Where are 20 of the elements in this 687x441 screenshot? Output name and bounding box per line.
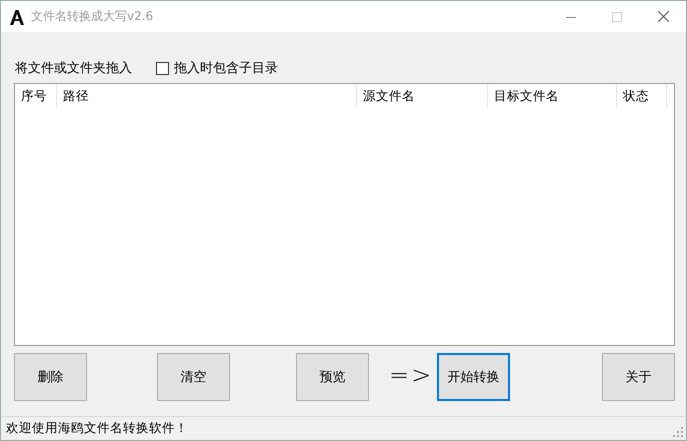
maximize-icon: [612, 12, 622, 22]
action-button[interactable]: 预览: [296, 353, 369, 401]
status-text: 欢迎使用海鸥文件名转换软件！: [6, 420, 188, 436]
checkbox-label[interactable]: 拖入时包含子目录: [174, 59, 278, 77]
column-header[interactable]: 状态: [617, 84, 667, 108]
checkbox[interactable]: [156, 62, 169, 74]
resize-grip-icon: [673, 427, 683, 437]
close-icon: [658, 11, 668, 22]
drop-label: 将文件或文件夹拖入: [15, 60, 132, 77]
action-button[interactable]: 删除: [14, 353, 87, 401]
action-button[interactable]: 开始转换: [437, 353, 510, 401]
column-header[interactable]: 源文件名: [357, 84, 488, 108]
column-header[interactable]: 目标文件名: [488, 84, 617, 108]
app-logo-icon: [9, 8, 25, 24]
arrow-label: =>: [389, 361, 434, 389]
column-header[interactable]: 路径: [57, 84, 357, 108]
column-header[interactable]: 序号: [15, 84, 57, 108]
action-button[interactable]: 清空: [157, 353, 230, 401]
window-title: 文件名转换成大写v2.6: [31, 8, 154, 25]
action-button[interactable]: 关于: [602, 353, 675, 401]
